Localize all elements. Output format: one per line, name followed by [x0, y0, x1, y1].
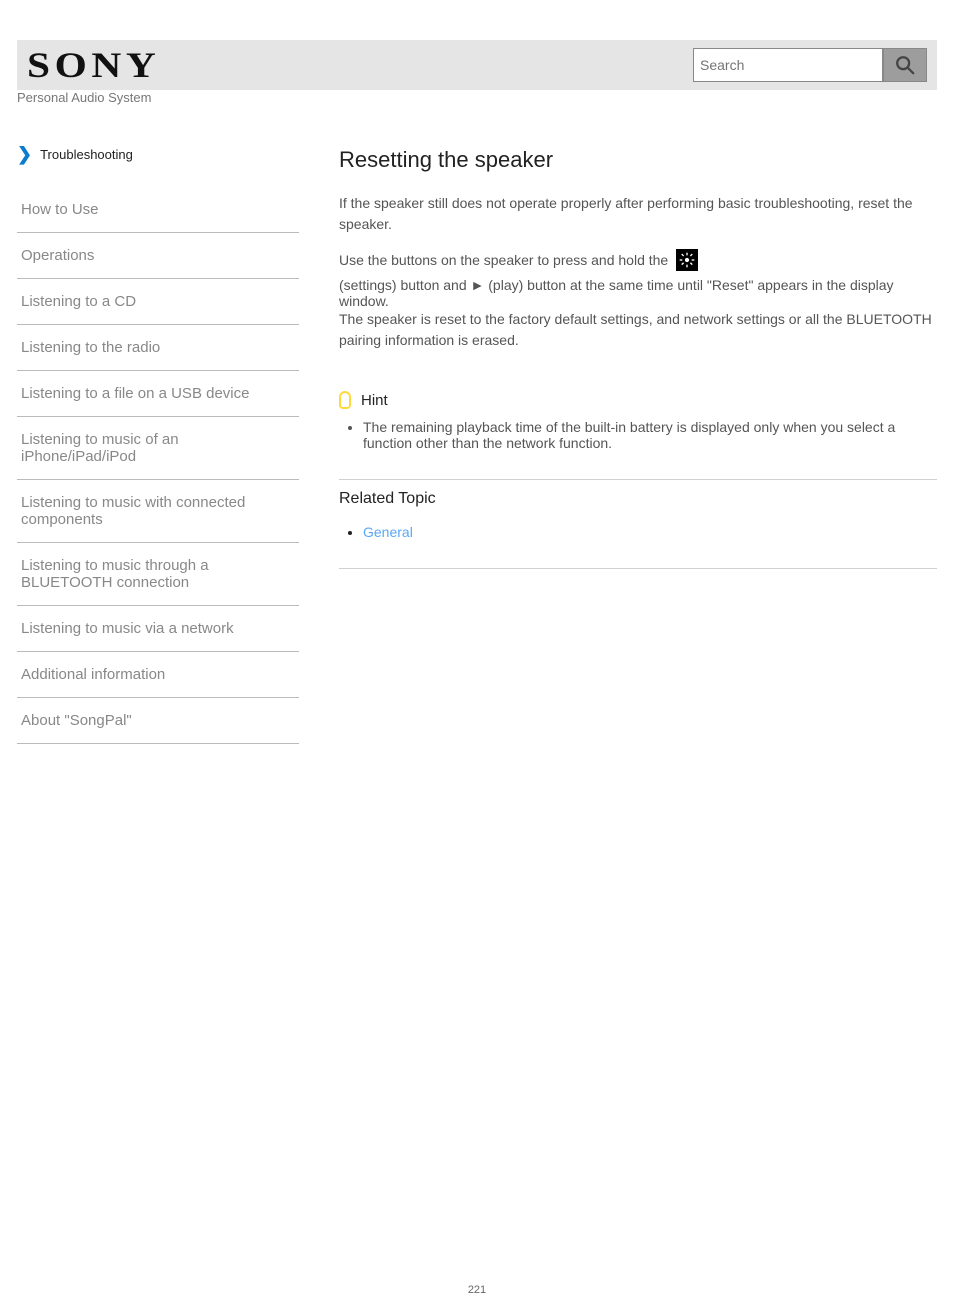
sidebar-item[interactable]: About "SongPal" — [17, 698, 299, 744]
article-paragraph: Use the buttons on the speaker to press … — [339, 249, 937, 309]
sidebar-nav: How to Use Operations Listening to a CD … — [17, 187, 299, 744]
separator — [339, 568, 937, 569]
sidebar-item[interactable]: Listening to a file on a USB device — [17, 371, 299, 417]
main-content: Resetting the speaker If the speaker sti… — [299, 145, 937, 744]
related-link[interactable]: General — [363, 524, 413, 540]
brand-logo: SONY — [27, 44, 160, 86]
search-input[interactable] — [693, 48, 883, 82]
sidebar: ❯ Troubleshooting How to Use Operations … — [17, 145, 299, 744]
sidebar-item[interactable]: Listening to music with connected compon… — [17, 480, 299, 543]
header-bar: SONY — [17, 40, 937, 90]
sidebar-item[interactable]: Additional information — [17, 652, 299, 698]
sidebar-item[interactable]: Listening to music via a network — [17, 606, 299, 652]
site-title: Personal Audio System — [17, 90, 937, 105]
hint-label: Hint — [361, 392, 388, 409]
list-item: The remaining playback time of the built… — [363, 419, 937, 451]
sidebar-item[interactable]: How to Use — [17, 187, 299, 233]
hint-list: The remaining playback time of the built… — [339, 419, 937, 451]
article-text: Use the buttons on the speaker to press … — [339, 252, 668, 268]
search-icon — [894, 54, 916, 76]
article-paragraph: If the speaker still does not operate pr… — [339, 193, 937, 235]
settings-icon — [676, 249, 698, 271]
sidebar-item[interactable]: Operations — [17, 233, 299, 279]
chevron-right-icon: ❯ — [17, 145, 32, 163]
article-text: (settings) button and ► (play) button at… — [339, 277, 937, 309]
related-heading: Related Topic — [339, 490, 937, 508]
sidebar-item[interactable]: Listening to music through a BLUETOOTH c… — [17, 543, 299, 606]
hint-heading: Hint — [339, 391, 937, 409]
search-button[interactable] — [883, 48, 927, 82]
page-title: Resetting the speaker — [339, 147, 937, 173]
article-paragraph: The speaker is reset to the factory defa… — [339, 309, 937, 351]
sidebar-item[interactable]: Listening to a CD — [17, 279, 299, 325]
sidebar-item[interactable]: Listening to the radio — [17, 325, 299, 371]
related-list: General — [339, 524, 937, 540]
search-box — [693, 48, 927, 82]
separator — [339, 479, 937, 480]
list-item: General — [363, 524, 937, 540]
breadcrumb[interactable]: ❯ Troubleshooting — [17, 145, 299, 163]
breadcrumb-label: Troubleshooting — [40, 147, 133, 162]
page-number: 221 — [17, 1284, 937, 1316]
sidebar-item[interactable]: Listening to music of an iPhone/iPad/iPo… — [17, 417, 299, 480]
hint-icon — [339, 391, 351, 409]
